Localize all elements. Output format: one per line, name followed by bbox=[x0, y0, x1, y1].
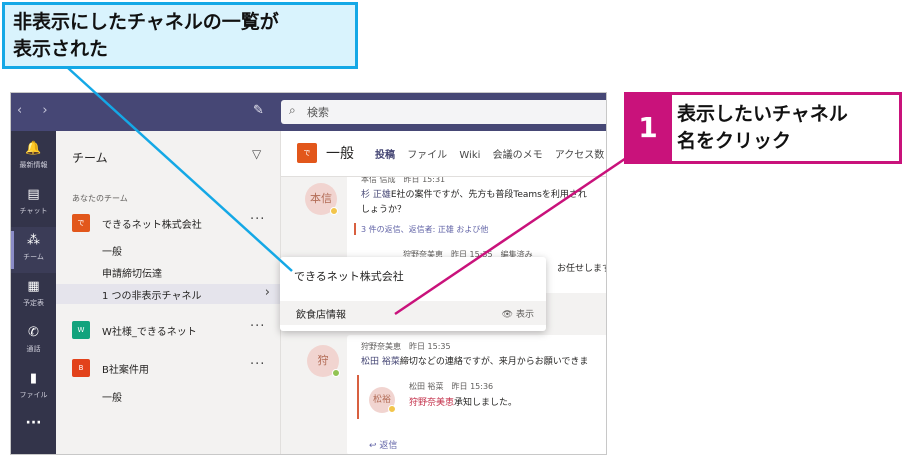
tab-posts[interactable]: 投稿 bbox=[375, 150, 395, 161]
hidden-channel-row[interactable]: 飲食店情報 👁 表示 bbox=[280, 301, 546, 325]
team-item-dekiru[interactable]: で できるネット株式会社 ··· bbox=[56, 209, 280, 237]
annotation-step-1: 1 表示したいチャネル 名をクリック bbox=[624, 92, 902, 164]
show-label: 表示 bbox=[515, 310, 534, 320]
phone-icon: ✆ bbox=[28, 325, 39, 340]
more-options-icon[interactable]: ··· bbox=[250, 212, 265, 227]
avatar-initials: 本信 bbox=[310, 192, 332, 205]
post-meta: 本信 信成 昨日 15:31 bbox=[361, 177, 446, 184]
chevron-right-icon: › bbox=[264, 285, 270, 300]
channel-item[interactable]: 一般 bbox=[56, 386, 280, 406]
team-name: W社様_できるネット bbox=[102, 327, 197, 338]
channel-item[interactable]: 一般 bbox=[56, 240, 280, 260]
more-options-icon[interactable]: ··· bbox=[250, 357, 265, 372]
team-name: B社案件用 bbox=[102, 365, 149, 376]
channel-tabs: 投稿 ファイル Wiki 会議のメモ アクセス数 bbox=[375, 146, 606, 161]
avatar-initials: 松裕 bbox=[372, 395, 391, 405]
avatar-initials: 狩 bbox=[317, 354, 329, 367]
avatar: 狩 bbox=[307, 345, 340, 377]
compose-icon[interactable]: ✎ bbox=[253, 103, 269, 119]
post-text-body: E社の案件ですが、先方も普段Teamsを利用され bbox=[390, 190, 587, 200]
reply-meta: 松田 裕菜 昨日 15:36 bbox=[409, 382, 494, 391]
channel-item[interactable]: 申請締切伝達 bbox=[56, 262, 280, 282]
more-options-icon[interactable]: ··· bbox=[250, 319, 265, 334]
team-item-b[interactable]: B B社案件用 ··· bbox=[56, 354, 280, 382]
hidden-channel-name[interactable]: 飲食店情報 bbox=[296, 306, 346, 321]
team-avatar: W bbox=[72, 321, 90, 339]
teams-list-pane: チーム ▽ あなたのチーム で できるネット株式会社 ··· 一般 申請締切伝達… bbox=[56, 131, 281, 454]
replies-link[interactable]: 3 件の返信、返信者: 正雄 および他 bbox=[361, 224, 488, 235]
channel-name: 一般 bbox=[102, 393, 122, 404]
team-name: できるネット株式会社 bbox=[102, 220, 202, 231]
search-placeholder: 検索 bbox=[307, 106, 329, 119]
popup-team-name: できるネット株式会社 bbox=[294, 270, 404, 283]
tab-files[interactable]: ファイル bbox=[407, 150, 447, 161]
post-meta: 狩野奈美恵 昨日 15:35 bbox=[361, 342, 451, 351]
bell-icon: 🔔 bbox=[25, 141, 42, 156]
annotation-text: 非表示にしたチャネルの一覧が bbox=[13, 11, 279, 33]
hidden-channels-link[interactable]: 1 つの非表示チャネル › bbox=[56, 284, 280, 304]
reply-text: お任せします。 bbox=[557, 264, 606, 274]
app-teams[interactable]: ⁂ チーム bbox=[11, 227, 56, 273]
team-avatar: B bbox=[72, 359, 90, 377]
teams-icon: ⁂ bbox=[27, 233, 40, 248]
post-text: 杉 正雄E社の案件ですが、先方も普段Teamsを利用され bbox=[361, 187, 587, 200]
mention[interactable]: 松田 裕菜 bbox=[361, 357, 400, 367]
hidden-channels-popup: できるネット株式会社 飲食店情報 👁 表示 bbox=[280, 257, 546, 331]
app-calendar[interactable]: ▦ 予定表 bbox=[11, 273, 56, 319]
post-text: 松田 裕菜締切などの連絡ですが、来月からお願いできま bbox=[361, 354, 588, 367]
step-text: 表示したいチャネル 名をクリック bbox=[677, 101, 848, 155]
avatar: 松裕 bbox=[369, 387, 396, 413]
team-avatar: で bbox=[72, 214, 90, 232]
channel-name: 一般 bbox=[102, 247, 122, 258]
avatar: 本信 bbox=[305, 183, 338, 215]
team-avatar: で bbox=[297, 143, 317, 163]
app-files[interactable]: ▮ ファイル bbox=[11, 365, 56, 411]
reply-text-body: 承知しました。 bbox=[454, 398, 518, 408]
chat-icon: ▤ bbox=[27, 187, 40, 202]
app-label: ファイル bbox=[19, 391, 48, 399]
search-icon: ⌕ bbox=[289, 103, 296, 117]
pane-title: チーム bbox=[72, 151, 108, 165]
eye-icon: 👁 bbox=[501, 310, 514, 320]
filter-icon[interactable]: ▽ bbox=[252, 147, 261, 161]
calendar-icon: ▦ bbox=[27, 279, 40, 294]
app-calls[interactable]: ✆ 通話 bbox=[11, 319, 56, 365]
app-chat[interactable]: ▤ チャット bbox=[11, 181, 56, 227]
reply-label: 返信 bbox=[379, 441, 398, 451]
annotation-hidden-list: 非表示にしたチャネルの一覧が 表示された bbox=[2, 2, 358, 69]
mention[interactable]: 杉 正雄 bbox=[361, 190, 391, 200]
annotation-text: 表示された bbox=[13, 38, 109, 60]
step-text-line: 名をクリック bbox=[677, 130, 792, 152]
team-item-w[interactable]: W W社様_できるネット ··· bbox=[56, 316, 280, 344]
hidden-channels-label: 1 つの非表示チャネル bbox=[102, 291, 202, 302]
channel-title: 一般 bbox=[326, 146, 354, 162]
app-bar: 🔔 最新情報 ▤ チャット ⁂ チーム ▦ 予定表 ✆ 通話 ▮ ファイル ··… bbox=[11, 131, 56, 454]
step-number: 1 bbox=[624, 92, 672, 164]
app-label: チャット bbox=[19, 207, 48, 215]
step-text-line: 表示したいチャネル bbox=[677, 103, 848, 125]
reply-button[interactable]: ↩ 返信 bbox=[369, 438, 397, 451]
reply-text: 狩野奈美恵承知しました。 bbox=[409, 395, 517, 408]
app-activity[interactable]: 🔔 最新情報 bbox=[11, 135, 56, 181]
post-card[interactable]: 狩野奈美恵 昨日 15:35 松田 裕菜締切などの連絡ですが、来月からお願いでき… bbox=[347, 335, 606, 454]
tab-access[interactable]: アクセス数 bbox=[555, 150, 605, 161]
channel-header: で 一般 投稿 ファイル Wiki 会議のメモ アクセス数 bbox=[281, 131, 606, 177]
more-apps-icon[interactable]: ··· bbox=[11, 415, 56, 431]
title-bar: ‹ › ✎ ⌕ 検索 bbox=[11, 93, 606, 131]
show-button[interactable]: 👁 表示 bbox=[502, 307, 534, 320]
app-label: 通話 bbox=[26, 345, 41, 353]
tab-meeting-notes[interactable]: 会議のメモ bbox=[493, 150, 543, 161]
channel-name: 申請締切伝達 bbox=[102, 269, 162, 280]
app-label: 予定表 bbox=[23, 299, 44, 307]
mention[interactable]: 狩野奈美恵 bbox=[409, 398, 454, 408]
post-text-body: 締切などの連絡ですが、来月からお願いできま bbox=[399, 357, 589, 367]
app-label: チーム bbox=[23, 253, 44, 261]
search-box[interactable]: ⌕ 検索 bbox=[281, 100, 606, 124]
post-text-line2: しょうか？ bbox=[361, 205, 407, 215]
section-label: あなたのチーム bbox=[72, 194, 128, 203]
app-label: 最新情報 bbox=[19, 161, 48, 169]
tab-wiki[interactable]: Wiki bbox=[459, 150, 480, 161]
back-forward-arrows[interactable]: ‹ › bbox=[17, 103, 56, 118]
file-icon: ▮ bbox=[29, 371, 38, 386]
